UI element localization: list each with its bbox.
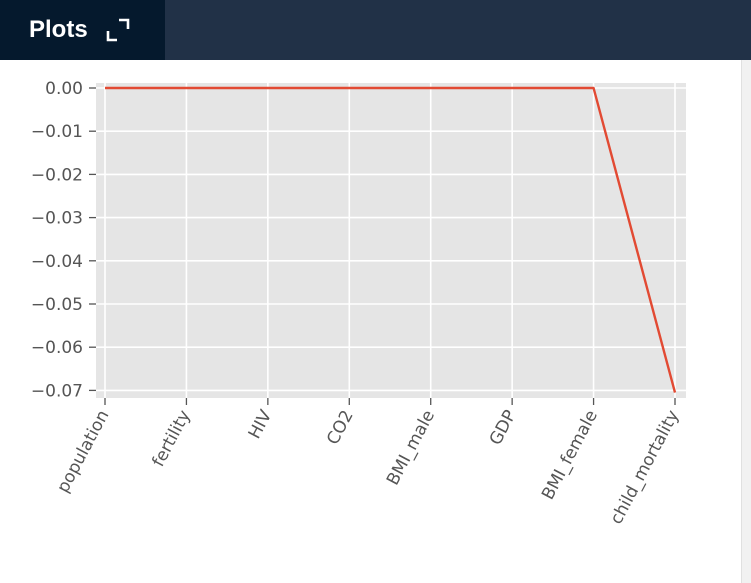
tab-title: Plots	[29, 16, 88, 43]
scrollbar-track[interactable]	[741, 60, 751, 583]
y-tick-label: −0.01	[31, 122, 83, 142]
y-tick-label: −0.07	[31, 381, 83, 401]
y-tick-label: −0.06	[31, 338, 83, 358]
expand-icon[interactable]	[106, 18, 130, 42]
y-tick-label: −0.02	[31, 165, 83, 185]
y-tick-label: −0.05	[31, 295, 83, 315]
x-tick-label: GDP	[486, 407, 521, 449]
x-tick-label: fertility	[149, 407, 195, 470]
plots-panel-app: Plots 0.00 −0.01 −0.02 −0.03 −0.04 −0.05 −0.06…	[0, 0, 751, 583]
x-tick-label: BMI_female	[538, 407, 602, 503]
line-chart: 0.00 −0.01 −0.02 −0.03 −0.04 −0.05 −0.06 −0.07 p…	[31, 79, 686, 528]
x-tick-label: child_mortality	[607, 407, 684, 528]
x-tick-label: BMI_male	[383, 407, 439, 489]
y-tick-label: −0.04	[31, 252, 83, 272]
tab-plots[interactable]: Plots	[0, 0, 165, 60]
plot-area-panel: 0.00 −0.01 −0.02 −0.03 −0.04 −0.05 −0.06 −0.07 p…	[0, 60, 742, 583]
plot-background	[96, 83, 686, 398]
x-tick-label: CO2	[323, 407, 358, 448]
plots-header: Plots	[0, 0, 751, 60]
x-tick-label: HIV	[245, 407, 277, 443]
y-tick-label: 0.00	[45, 79, 83, 99]
y-tick-label: −0.03	[31, 209, 83, 229]
x-tick-label: population	[53, 407, 113, 496]
